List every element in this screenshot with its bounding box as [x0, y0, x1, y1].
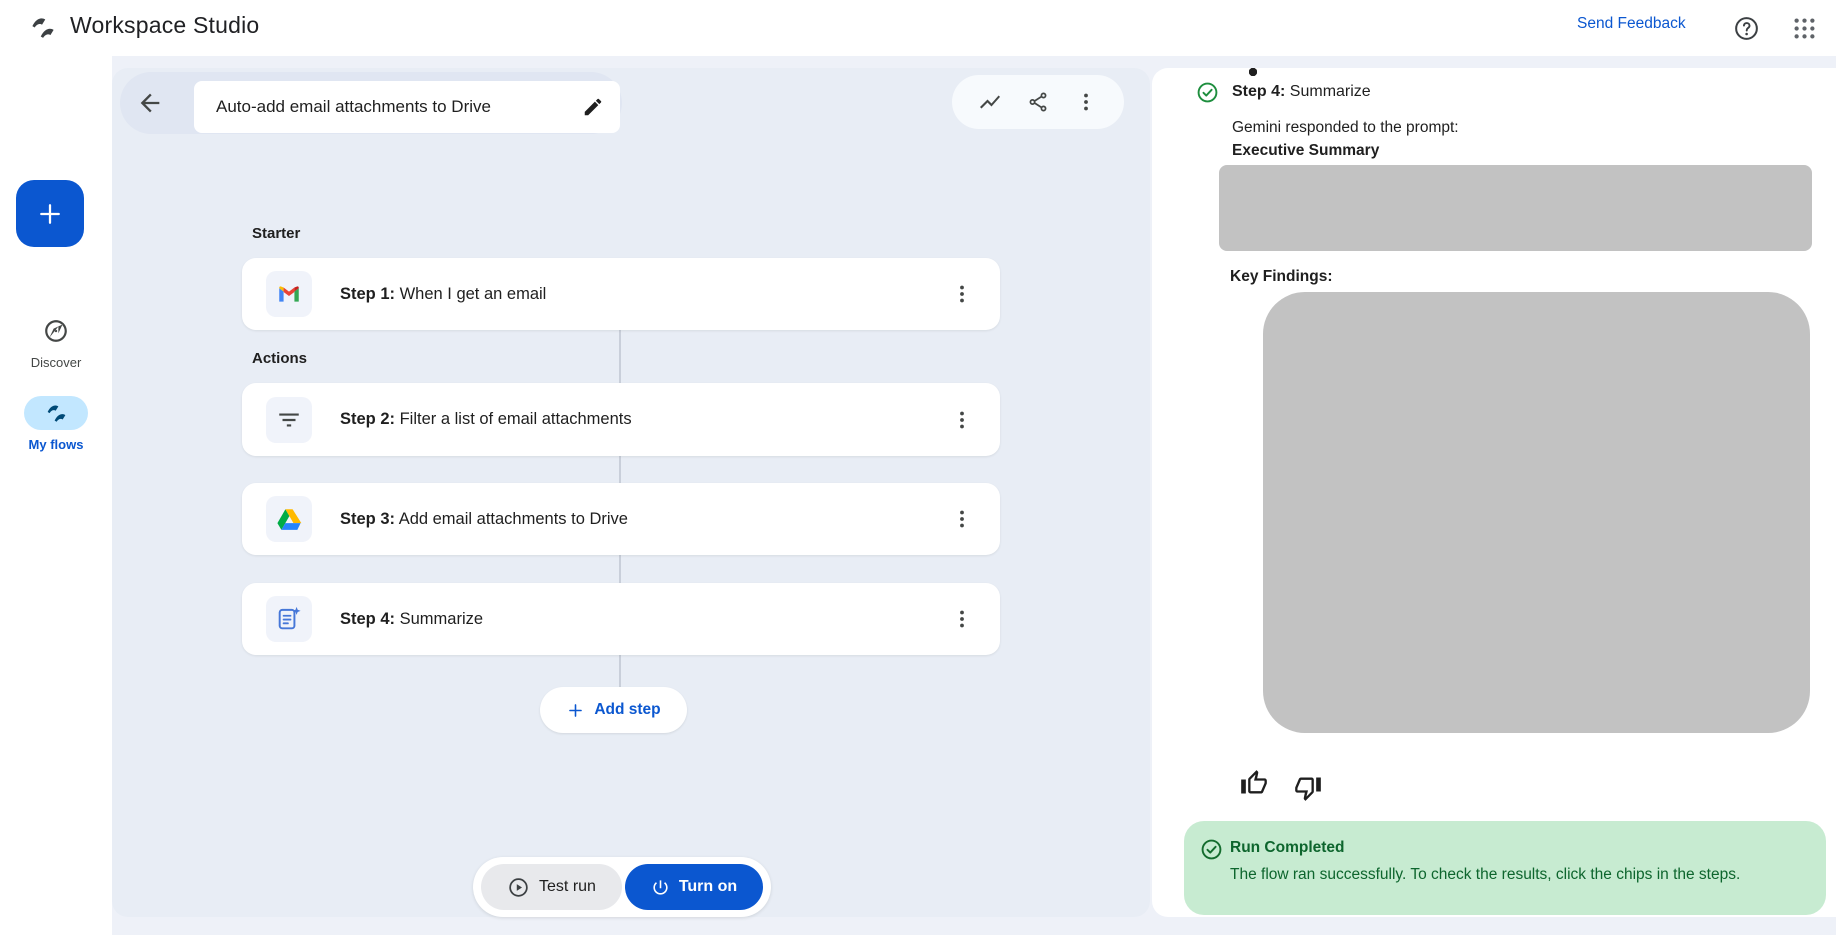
- flows-icon: [47, 405, 65, 422]
- help-icon[interactable]: [1733, 15, 1760, 42]
- plus-icon: [40, 203, 60, 224]
- step-icon-chip: [266, 496, 312, 542]
- step-card-2[interactable]: Step 2: Filter a list of email attachmen…: [242, 383, 1000, 456]
- app-header: Workspace Studio Send Feedback: [0, 0, 1836, 56]
- turn-on-label: Turn on: [678, 878, 738, 895]
- flow-toolbar: [952, 75, 1124, 129]
- send-feedback-link[interactable]: Send Feedback: [1577, 15, 1686, 33]
- step-title: Step 2: Filter a list of email attachmen…: [340, 410, 632, 428]
- workspace-studio-logo-icon: [32, 18, 54, 38]
- key-findings-label: Key Findings:: [1230, 268, 1333, 285]
- run-completed-toast: Run Completed The flow ran successfully.…: [1184, 821, 1826, 915]
- sidebar-item-label: My flows: [28, 437, 84, 452]
- add-step-label: Add step: [594, 701, 661, 718]
- step-title: Step 1: When I get an email: [340, 284, 547, 303]
- sidebar-item-discover[interactable]: Discover: [0, 314, 112, 370]
- left-navigation-rail: Discover My flows: [0, 56, 112, 935]
- check-circle-icon: [1201, 839, 1222, 860]
- step-menu-icon[interactable]: [950, 408, 974, 432]
- run-results-panel: Step 4: Summarize Gemini responded to th…: [1152, 68, 1836, 917]
- share-icon[interactable]: [1026, 90, 1050, 114]
- toast-title: Run Completed: [1230, 839, 1345, 856]
- flow-title-field[interactable]: Auto-add email attachments to Drive: [194, 81, 620, 133]
- toast-message: The flow ran successfully. To check the …: [1230, 866, 1741, 883]
- sidebar-item-label: Discover: [30, 355, 82, 370]
- gmail-icon: [279, 286, 299, 302]
- power-icon: [653, 879, 668, 895]
- run-controls: Test run Turn on: [473, 857, 771, 917]
- summarize-gemini-icon: [278, 606, 301, 630]
- test-run-label: Test run: [539, 878, 596, 895]
- play-circle-icon: [509, 877, 528, 897]
- sidebar-item-my-flows[interactable]: My flows: [0, 396, 112, 452]
- filter-list-icon: [279, 413, 299, 426]
- thumb-up-icon[interactable]: [1240, 769, 1268, 797]
- activity-chart-icon[interactable]: [978, 90, 1002, 114]
- more-options-icon[interactable]: [1074, 90, 1098, 114]
- gemini-response-intro: Gemini responded to the prompt:: [1232, 119, 1459, 136]
- new-flow-button[interactable]: [16, 180, 84, 247]
- step-connector: [619, 655, 621, 688]
- flow-title-text: Auto-add email attachments to Drive: [216, 97, 491, 116]
- thumb-down-icon[interactable]: [1294, 774, 1322, 802]
- redacted-findings-block: [1263, 292, 1810, 733]
- step-icon-chip: [266, 271, 312, 317]
- step-connector: [619, 330, 621, 383]
- step-menu-icon[interactable]: [950, 282, 974, 306]
- edit-pencil-icon[interactable]: [582, 96, 604, 118]
- step-icon-chip: [266, 396, 312, 443]
- plus-icon: [569, 703, 583, 717]
- back-arrow-icon[interactable]: [136, 89, 164, 117]
- redacted-summary-block: [1219, 165, 1812, 251]
- turn-on-button[interactable]: Turn on: [625, 864, 763, 910]
- step-title: Step 4: Summarize: [340, 609, 484, 628]
- step-connector: [619, 456, 621, 483]
- panel-step-title: Step 4: Summarize: [1232, 83, 1371, 100]
- flow-title-bar: Auto-add email attachments to Drive: [120, 72, 622, 134]
- step-connector: [619, 555, 621, 583]
- actions-section-label: Actions: [252, 350, 308, 367]
- google-drive-icon: [277, 509, 302, 530]
- step-card-3[interactable]: Step 3: Add email attachments to Drive: [242, 483, 1000, 555]
- step-icon-chip: [266, 596, 312, 642]
- flow-canvas: Auto-add email attachments to Drive Star…: [112, 68, 1150, 917]
- app-title: Workspace Studio: [70, 12, 260, 38]
- apps-grid-icon[interactable]: [1791, 15, 1818, 42]
- step-menu-icon[interactable]: [950, 507, 974, 531]
- step-card-4[interactable]: Step 4: Summarize: [242, 583, 1000, 655]
- add-step-button[interactable]: Add step: [540, 687, 687, 733]
- step-menu-icon[interactable]: [950, 607, 974, 631]
- check-circle-icon: [1197, 82, 1218, 103]
- list-bullet: [1249, 68, 1257, 76]
- test-run-button[interactable]: Test run: [481, 864, 622, 910]
- step-card-1[interactable]: Step 1: When I get an email: [242, 258, 1000, 330]
- compass-icon: [45, 320, 67, 342]
- step-title: Step 3: Add email attachments to Drive: [340, 509, 628, 528]
- starter-section-label: Starter: [252, 225, 301, 242]
- prompt-title: Executive Summary: [1232, 142, 1380, 159]
